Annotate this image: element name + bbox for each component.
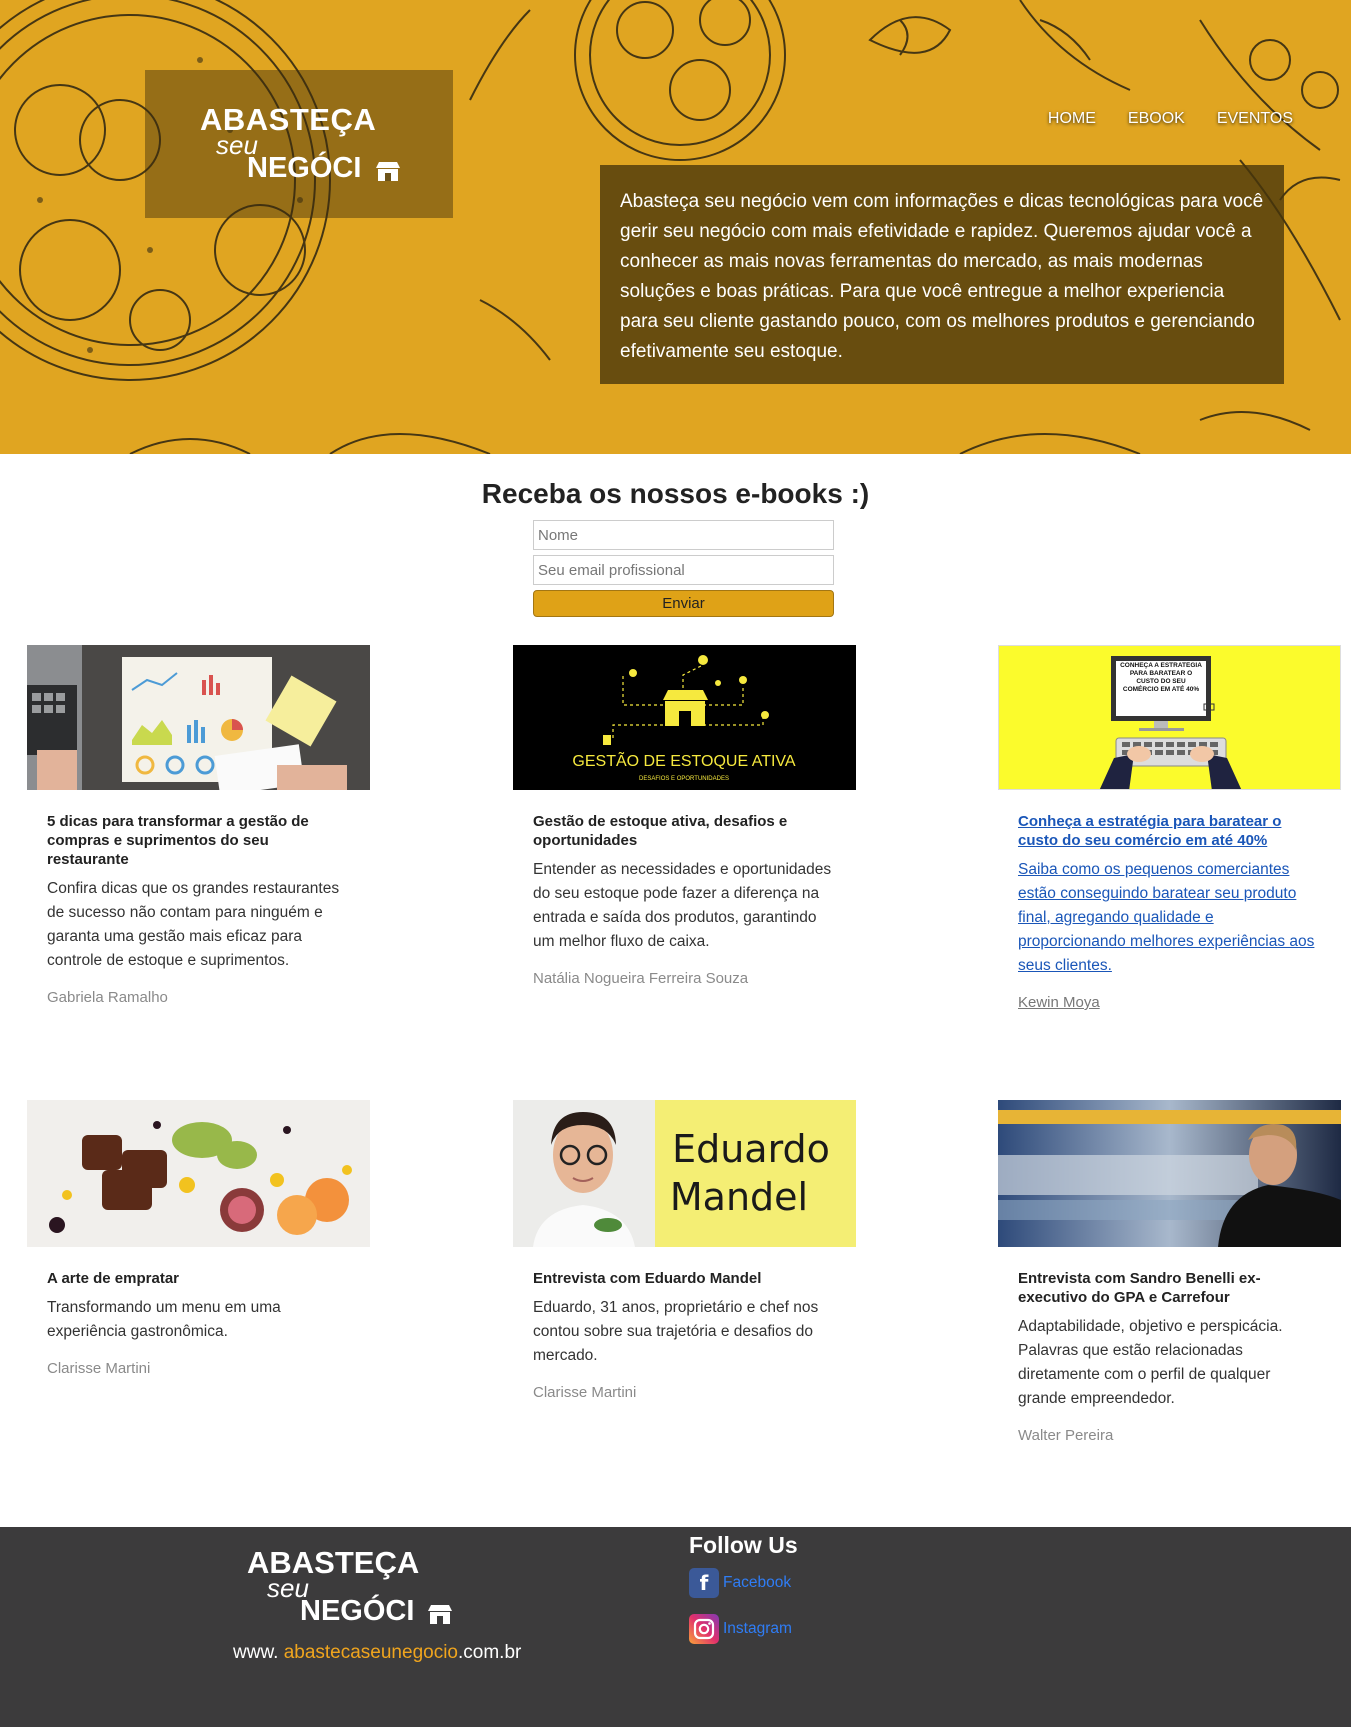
article-title[interactable]: 5 dicas para transformar a gestão de com…	[47, 812, 350, 869]
email-input[interactable]	[533, 555, 834, 585]
computer-screen-text: CONHEÇA A ESTRATÉGIA PARA BARATEAR O CUS…	[1120, 662, 1202, 693]
article-image-computer: CONHEÇA A ESTRATÉGIA PARA BARATEAR O CUS…	[998, 645, 1341, 790]
site-logo[interactable]: ABASTEÇA seu NEGÓCI	[145, 70, 453, 218]
instagram-label[interactable]: Instagram	[723, 1620, 792, 1638]
footer-logo[interactable]: ABASTEÇA seu NEGÓCI	[245, 1545, 485, 1640]
article-author: Clarisse Martini	[47, 1360, 151, 1377]
article-description: Adaptabilidade, objetivo e perspicácia. …	[1018, 1318, 1283, 1407]
article-author: Walter Pereira	[1018, 1427, 1114, 1444]
article-card[interactable]: Eduardo Mandel Entrevista com Eduardo Ma…	[513, 1100, 856, 1401]
newsletter-title: Receba os nossos e-books :)	[481, 478, 870, 509]
nav-home[interactable]: HOME	[1048, 110, 1096, 128]
submit-button[interactable]: Enviar	[533, 590, 834, 617]
chef-name-last: Mandel	[670, 1175, 808, 1219]
site-url-suffix: .com.br	[458, 1642, 522, 1663]
hero-banner: ABASTEÇA seu NEGÓCI HOME EBOOK EVENTOS A…	[0, 0, 1351, 454]
chef-name-first: Eduardo	[672, 1127, 830, 1171]
article-description: Entender as necessidades e oportunidades…	[533, 861, 832, 950]
article-card[interactable]: CONHEÇA A ESTRATÉGIA PARA BARATEAR O CUS…	[998, 645, 1341, 1011]
article-author: Gabriela Ramalho	[47, 989, 168, 1006]
article-card[interactable]: A arte de empratar Transformando um menu…	[27, 1100, 370, 1377]
article-description[interactable]: Saiba como os pequenos comerciantes estã…	[1018, 858, 1321, 978]
article-title[interactable]: Entrevista com Sandro Benelli ex-executi…	[1018, 1269, 1321, 1307]
footer-logo-line-3: NEGÓCI	[300, 1595, 415, 1627]
facebook-icon: f	[689, 1568, 719, 1598]
article-title[interactable]: Conheça a estratégia para baratear o cus…	[1018, 812, 1321, 850]
article-card[interactable]: 5 dicas para transformar a gestão de com…	[27, 645, 370, 1006]
article-image-stock: GESTÃO DE ESTOQUE ATIVA DESAFIOS E OPORT…	[513, 645, 856, 790]
site-url-domain: abastecaseunegocio	[283, 1642, 458, 1663]
article-author: Natália Nogueira Ferreira Souza	[533, 970, 749, 987]
article-image-charts	[27, 645, 370, 790]
article-card[interactable]: Entrevista com Sandro Benelli ex-executi…	[998, 1100, 1341, 1444]
article-image-chef: Eduardo Mandel	[513, 1100, 856, 1247]
instagram-icon	[689, 1614, 719, 1644]
article-title[interactable]: Gestão de estoque ativa, desafios e opor…	[533, 812, 836, 850]
article-description: Transformando um menu em uma experiência…	[47, 1299, 281, 1340]
intro-box: Abasteça seu negócio vem com informações…	[600, 165, 1284, 384]
main-nav: HOME EBOOK EVENTOS	[1048, 110, 1293, 128]
nav-ebook[interactable]: EBOOK	[1128, 110, 1185, 128]
article-image-executive	[998, 1100, 1341, 1247]
nav-eventos[interactable]: EVENTOS	[1217, 110, 1293, 128]
facebook-label[interactable]: Facebook	[723, 1574, 791, 1592]
stock-image-subtitle: DESAFIOS E OPORTUNIDADES	[639, 776, 729, 782]
article-image-plating	[27, 1100, 370, 1247]
name-input[interactable]	[533, 520, 834, 550]
article-card[interactable]: GESTÃO DE ESTOQUE ATIVA DESAFIOS E OPORT…	[513, 645, 856, 987]
article-author: Clarisse Martini	[533, 1384, 637, 1401]
logo-line-3: NEGÓCI	[247, 152, 362, 184]
facebook-link[interactable]: f Facebook	[689, 1568, 791, 1598]
article-author[interactable]: Kewin Moya	[1018, 994, 1321, 1011]
shop-icon	[428, 1605, 452, 1624]
site-url[interactable]: www. abastecaseunegocio.com.br	[233, 1642, 521, 1664]
article-description: Confira dicas que os grandes restaurante…	[47, 880, 340, 969]
stock-image-title: GESTÃO DE ESTOQUE ATIVA	[572, 750, 795, 770]
article-title[interactable]: A arte de empratar	[47, 1269, 350, 1288]
follow-us-title: Follow Us	[689, 1532, 798, 1558]
instagram-link[interactable]: Instagram	[689, 1614, 792, 1644]
article-description: Eduardo, 31 anos, proprietário e chef no…	[533, 1299, 819, 1364]
site-url-prefix: www.	[233, 1642, 279, 1663]
article-title[interactable]: Entrevista com Eduardo Mandel	[533, 1269, 836, 1288]
shop-icon	[376, 162, 400, 181]
footer: ABASTEÇA seu NEGÓCI	[0, 1527, 1351, 1727]
intro-text: Abasteça seu negócio vem com informações…	[620, 191, 1264, 362]
